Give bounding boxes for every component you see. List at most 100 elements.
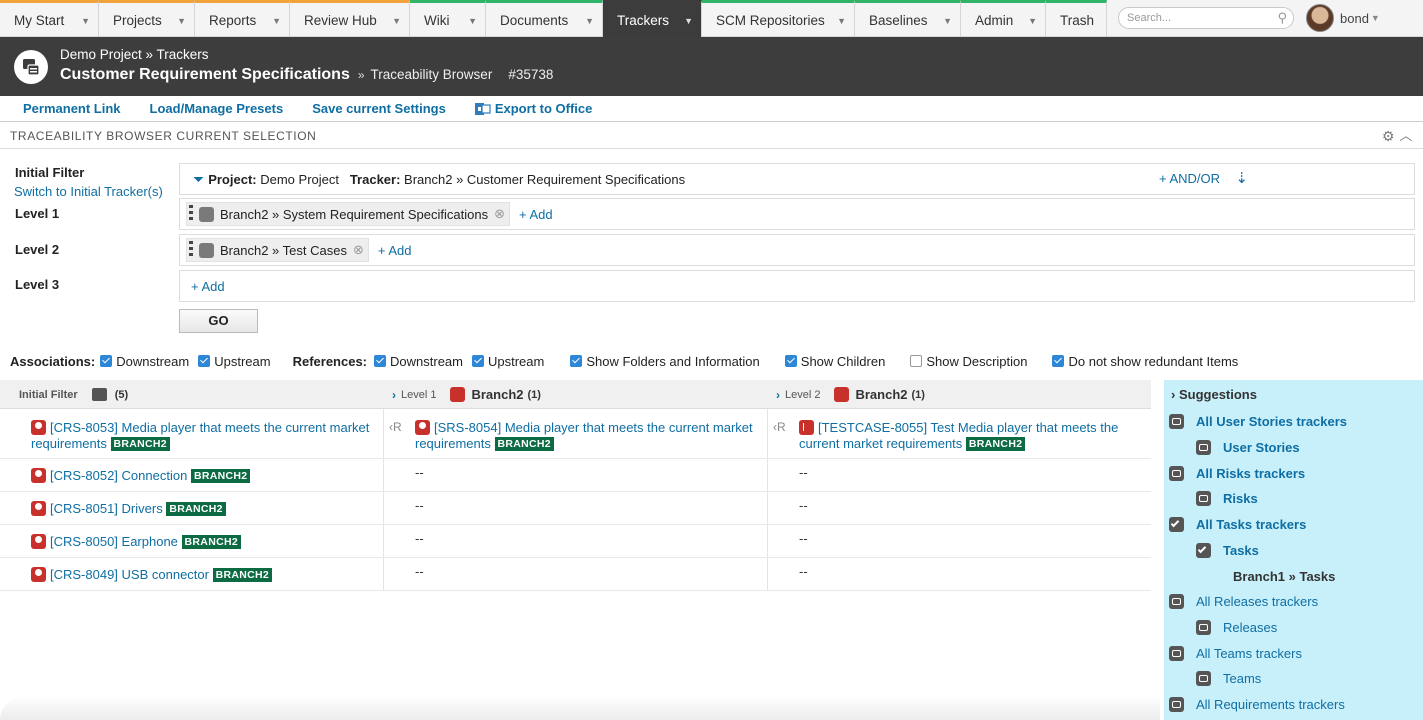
chevron-down-icon[interactable]: ▼ [1028,16,1037,26]
suggestion-item[interactable]: All Requirements trackers [1169,697,1345,712]
ref-downstream-checkbox[interactable]: Downstream [374,354,463,369]
checkbox-checked-icon[interactable] [1052,355,1064,367]
level2-item[interactable]: [TESTCASE-8055] Test Media player that m… [799,420,1139,452]
checkbox-checked-icon[interactable] [472,355,484,367]
chevron-down-icon[interactable]: ▼ [392,16,401,26]
suggestion-item[interactable]: Tasks [1196,543,1259,558]
assoc-upstream-checkbox[interactable]: Upstream [198,354,270,369]
show-children-checkbox[interactable]: Show Children [785,354,886,369]
chevron-down-icon[interactable]: ▼ [177,16,186,26]
breadcrumb-separator: » [358,68,365,82]
suggestion-item[interactable]: All User Stories trackers [1169,414,1347,429]
initial-filter-box[interactable]: ⏷ Project: Demo Project Tracker: Branch2… [179,163,1415,195]
switch-initial-trackers-link[interactable]: Switch to Initial Tracker(s) [14,184,163,199]
suggestion-item[interactable]: User Stories [1196,440,1300,455]
no-redundant-checkbox[interactable]: Do not show redundant Items [1052,354,1238,369]
chevron-down-icon[interactable]: ▼ [837,16,846,26]
col-level1[interactable]: › Level 1 Branch2 (1) [392,380,541,409]
level1-chip[interactable]: Branch2 » System Requirement Specificati… [186,202,510,226]
checkbox-checked-icon[interactable] [198,355,210,367]
table-row-item[interactable]: [CRS-8049] USB connector BRANCH2 [31,567,272,583]
tab-trackers[interactable]: Trackers▼ [603,0,702,37]
tab-projects[interactable]: Projects▼ [99,0,195,37]
close-icon[interactable]: ⊗ [353,242,364,258]
export-to-office-link[interactable]: Export to Office [475,101,593,116]
table-row-item[interactable]: [CRS-8051] Drivers BRANCH2 [31,501,226,517]
suggestion-item[interactable]: All Releases trackers [1169,594,1318,609]
col-level2[interactable]: › Level 2 Branch2 (1) [776,380,925,409]
suggestion-item[interactable]: All Teams trackers [1169,646,1302,661]
chevron-down-icon[interactable]: ▼ [81,16,90,26]
save-settings-link[interactable]: Save current Settings [312,101,446,116]
checkbox-checked-icon[interactable] [100,355,112,367]
chevron-right-icon[interactable]: › [392,388,396,402]
show-description-checkbox[interactable]: Show Description [910,354,1027,369]
suggestion-item[interactable]: Releases [1196,620,1277,635]
drag-handle-icon[interactable] [189,241,193,259]
tab-reports[interactable]: Reports▼ [195,0,290,37]
search-input[interactable]: Search...⚲ [1118,7,1294,29]
suggestion-item[interactable]: Risks [1196,491,1258,506]
go-button[interactable]: GO [179,309,258,333]
chevron-down-icon[interactable]: ▼ [943,16,952,26]
suggestion-item[interactable]: Teams [1196,671,1261,686]
add-button[interactable]: + Add [191,279,225,294]
suggestions-title[interactable]: › Suggestions [1171,387,1257,402]
suggestion-item[interactable]: All Tasks trackers [1169,517,1306,532]
assoc-downstream-checkbox[interactable]: Downstream [100,354,189,369]
checkbox-checked-icon[interactable] [374,355,386,367]
collapse-icon[interactable]: ︿ [1399,123,1413,149]
row-divider [0,557,1151,558]
chevron-right-icon[interactable]: › [776,388,780,402]
branch-badge: BRANCH2 [213,568,272,582]
table-row-item[interactable]: [CRS-8050] Earphone BRANCH2 [31,534,241,550]
checkbox-checked-icon[interactable] [785,355,797,367]
suggestion-item[interactable]: Branch1 » Tasks [1233,569,1335,584]
tab-wiki[interactable]: Wiki▼ [410,0,486,37]
sort-icon[interactable]: ⇣ [1235,169,1248,187]
ref-upstream-checkbox[interactable]: Upstream [472,354,544,369]
empty-cell: -- [799,531,808,546]
tab-scm-repositories[interactable]: SCM Repositories▼ [702,0,855,37]
search-icon[interactable]: ⚲ [1277,10,1287,26]
add-button[interactable]: + Add [519,207,553,222]
permanent-link[interactable]: Permanent Link [23,101,121,116]
team-icon [1169,646,1184,661]
chevron-down-icon[interactable]: ▼ [272,16,281,26]
tracker-value: Branch2 » Customer Requirement Specifica… [404,172,685,187]
load-presets-link[interactable]: Load/Manage Presets [150,101,284,116]
show-folders-checkbox[interactable]: Show Folders and Information [570,354,759,369]
tab-my-start[interactable]: My Start▼ [0,0,99,37]
and-or-button[interactable]: + AND/OR [1159,171,1220,186]
level2-chip[interactable]: Branch2 » Test Cases ⊗ [186,238,369,262]
tab-baselines[interactable]: Baselines▼ [855,0,961,37]
close-icon[interactable]: ⊗ [494,206,505,222]
checkbox-unchecked-icon[interactable] [910,355,922,367]
requirement-icon [450,387,465,402]
avatar[interactable] [1306,4,1334,32]
requirement-icon [1169,697,1184,712]
empty-cell: -- [799,498,808,513]
gear-icon[interactable]: ⚙ [1382,123,1395,149]
chevron-down-icon[interactable]: ▼ [585,16,594,26]
add-button[interactable]: + Add [378,243,412,258]
checkbox-checked-icon[interactable] [570,355,582,367]
table-row-item[interactable]: [CRS-8053] Media player that meets the c… [31,420,376,452]
tab-review-hub[interactable]: Review Hub▼ [290,0,410,37]
chevron-down-icon[interactable]: ▼ [1371,13,1380,23]
breadcrumb[interactable]: Demo Project » Trackers [60,47,209,62]
user-menu[interactable]: bond ▼ [1306,4,1380,32]
tab-documents[interactable]: Documents▼ [486,0,603,37]
level1-item[interactable]: [SRS-8054] Media player that meets the c… [415,420,763,452]
chevron-right-icon[interactable]: › [1171,387,1175,402]
tab-trash[interactable]: Trash [1046,0,1107,37]
tab-admin[interactable]: Admin▼ [961,0,1046,37]
chevron-down-icon[interactable]: ▼ [468,16,477,26]
suggestion-item[interactable]: All Risks trackers [1169,466,1305,481]
drag-handle-icon[interactable] [189,205,193,223]
chevron-down-icon[interactable]: ▼ [684,16,693,26]
user-name[interactable]: bond [1340,11,1369,26]
table-row-item[interactable]: [CRS-8052] Connection BRANCH2 [31,468,250,484]
page-title[interactable]: Customer Requirement Specifications [60,66,350,84]
test-case-icon [799,420,814,435]
